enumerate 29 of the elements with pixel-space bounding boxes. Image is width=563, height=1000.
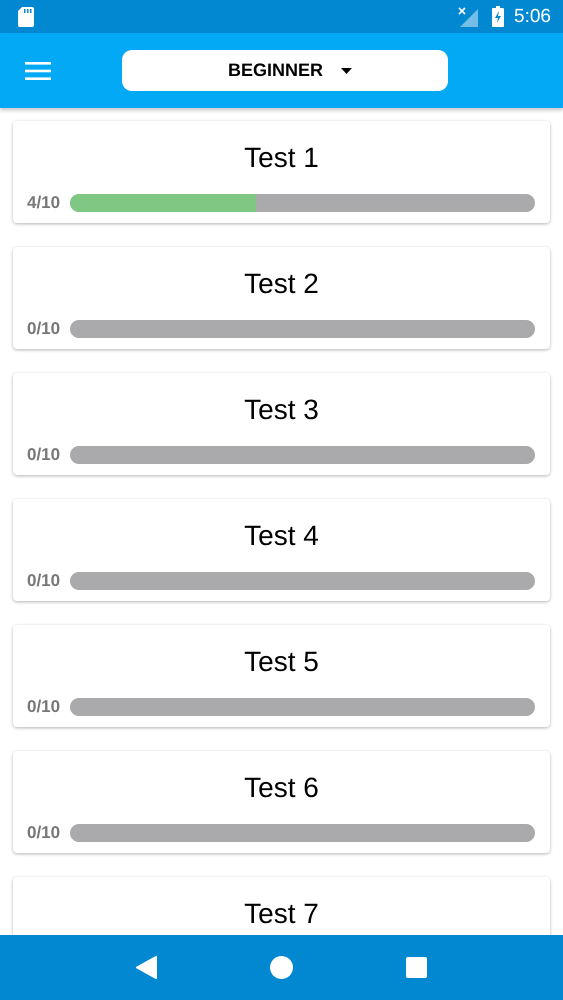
clock: 5:06 — [514, 6, 551, 28]
test-title: Test 7 — [243, 897, 320, 930]
test-card[interactable]: Test 2 0/10 — [13, 247, 550, 349]
menu-icon[interactable] — [25, 62, 51, 80]
score: 0/10 — [27, 697, 60, 717]
level-dropdown[interactable]: BEGINNER — [122, 50, 448, 91]
test-card[interactable]: Test 3 0/10 — [13, 373, 550, 475]
test-card[interactable]: Test 1 4/10 — [13, 121, 550, 223]
test-title: Test 1 — [243, 141, 320, 174]
battery-icon — [492, 6, 504, 27]
test-card[interactable]: Test 4 0/10 — [13, 499, 550, 601]
signal-icon — [458, 6, 478, 26]
score: 4/10 — [27, 193, 60, 213]
test-title: Test 2 — [243, 267, 320, 300]
test-title: Test 4 — [243, 519, 320, 552]
score: 0/10 — [27, 319, 60, 339]
score: 0/10 — [27, 571, 60, 591]
score: 0/10 — [27, 823, 60, 843]
recents-icon[interactable] — [406, 957, 427, 978]
test-title: Test 3 — [243, 393, 320, 426]
sd-card-icon — [18, 6, 34, 26]
home-icon[interactable] — [270, 956, 294, 979]
test-title: Test 5 — [243, 645, 320, 678]
test-card[interactable]: Test 6 0/10 — [13, 751, 550, 853]
back-icon[interactable] — [136, 956, 158, 979]
score: 0/10 — [27, 445, 60, 465]
test-card[interactable]: Test 5 0/10 — [13, 625, 550, 727]
caret-icon — [341, 68, 352, 74]
test-title: Test 6 — [243, 771, 320, 804]
